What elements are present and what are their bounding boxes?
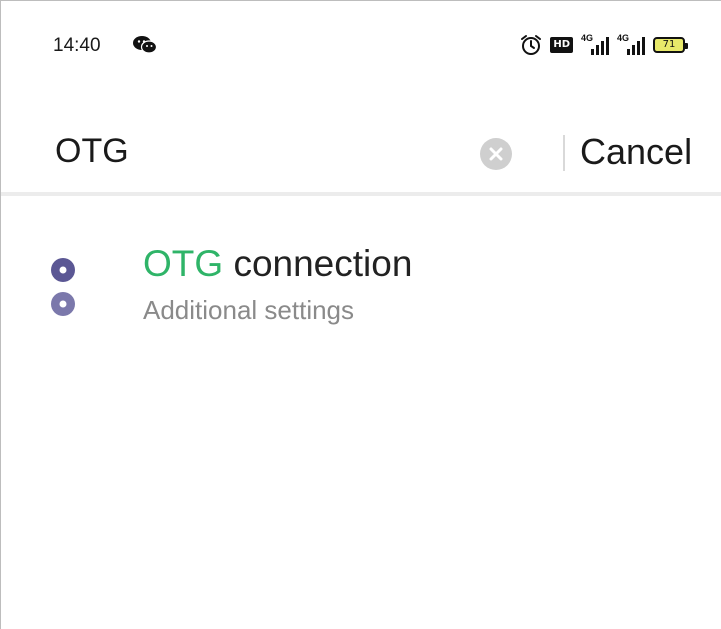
close-icon	[489, 147, 503, 161]
result-title: OTG connection	[143, 243, 412, 285]
divider	[563, 135, 565, 171]
search-bar: Cancel	[1, 111, 721, 193]
alarm-icon	[520, 34, 542, 56]
signal-icon: 4G	[581, 33, 609, 55]
status-time: 14:40	[53, 35, 101, 56]
result-title-rest: connection	[223, 243, 413, 284]
result-subtitle: Additional settings	[143, 295, 355, 325]
signal-icon: 4G	[617, 33, 645, 55]
cancel-button[interactable]: Cancel	[580, 131, 692, 173]
status-bar: 14:40 HD 4G 4G 71	[1, 1, 721, 91]
clear-search-button[interactable]	[480, 138, 512, 170]
status-icons: HD 4G 4G 71	[520, 33, 688, 57]
signal-network-label: 4G	[581, 33, 594, 43]
settings-search-screen: 14:40 HD 4G 4G 71 OTG Cancel OTG connect…	[0, 0, 721, 629]
hd-icon: HD	[550, 37, 573, 53]
search-result-item[interactable]: OTG connection Additional settings	[1, 231, 721, 341]
result-title-highlight: OTG	[143, 243, 224, 284]
divider	[1, 192, 721, 196]
wechat-icon	[132, 35, 158, 55]
settings-dots-icon	[47, 257, 79, 321]
battery-level: 71	[662, 39, 676, 50]
battery-icon: 71	[653, 37, 688, 53]
signal-network-label: 4G	[617, 33, 630, 43]
search-input[interactable]	[55, 129, 455, 173]
